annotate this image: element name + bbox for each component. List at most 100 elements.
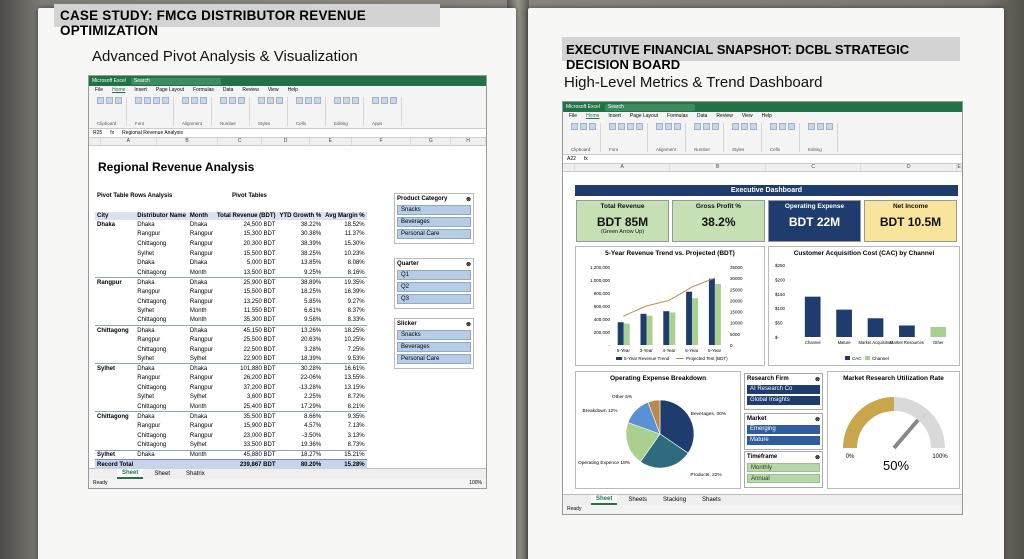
pivot-cell[interactable] bbox=[95, 268, 135, 278]
pivot-cell[interactable]: Dhaka bbox=[135, 363, 188, 374]
pivot-cell[interactable]: 16.39% bbox=[323, 287, 366, 297]
ribbon-button[interactable] bbox=[694, 123, 701, 130]
pivot-cell[interactable]: Dhaka bbox=[135, 411, 188, 422]
clear-filter-icon[interactable]: ⊗ bbox=[815, 454, 820, 461]
pivot-cell[interactable]: 8.21% bbox=[323, 402, 366, 412]
pivot-cell[interactable]: 9.35% bbox=[323, 411, 367, 422]
pivot-cell[interactable]: 19.35% bbox=[323, 277, 367, 288]
ribbon-button[interactable] bbox=[191, 97, 198, 104]
pivot-cell[interactable]: 15.30% bbox=[323, 239, 366, 249]
pivot-cell[interactable]: Sylhet bbox=[135, 354, 188, 364]
pivot-cell[interactable]: 38.39% bbox=[278, 239, 324, 249]
ribbon-button[interactable] bbox=[741, 123, 748, 130]
pivot-cell[interactable]: 17.29% bbox=[278, 402, 324, 412]
pivot-header[interactable]: Distributor Name bbox=[135, 212, 188, 220]
pivot-cell[interactable]: Dhaka bbox=[135, 258, 188, 268]
pivot-cell[interactable] bbox=[95, 431, 135, 441]
column-header-c[interactable]: C bbox=[766, 164, 862, 171]
ribbon-button[interactable] bbox=[153, 97, 160, 104]
pivot-cell[interactable]: 15.21% bbox=[323, 449, 367, 460]
slicer-item[interactable]: Mature bbox=[747, 436, 820, 445]
pivot-cell[interactable]: 8.16% bbox=[323, 268, 366, 278]
column-header-d[interactable]: D bbox=[262, 138, 310, 145]
pivot-cell[interactable]: Dhaka bbox=[187, 277, 215, 288]
ribbon-button[interactable] bbox=[571, 123, 578, 130]
pivot-cell[interactable]: 13,500 BDT bbox=[215, 268, 278, 278]
pivot-cell[interactable]: 16.61% bbox=[323, 363, 367, 374]
menu-item-view[interactable]: View bbox=[742, 113, 753, 120]
column-header-h[interactable]: H bbox=[451, 138, 486, 145]
pivot-cell[interactable]: 10.25% bbox=[323, 335, 366, 345]
ribbon-button[interactable] bbox=[106, 97, 113, 104]
select-all-corner[interactable] bbox=[89, 138, 101, 145]
pivot-cell[interactable]: 19.36% bbox=[278, 441, 324, 451]
pivot-cell[interactable]: Chittagong bbox=[135, 431, 188, 441]
pivot-cell[interactable]: 18.39% bbox=[278, 354, 324, 364]
menu-item-review[interactable]: Review bbox=[716, 113, 732, 120]
pivot-cell[interactable]: 15,300 BDT bbox=[215, 230, 278, 240]
pivot-cell[interactable]: 18.25% bbox=[323, 325, 367, 336]
pivot-cell[interactable]: 13.26% bbox=[277, 325, 324, 336]
pivot-cell[interactable]: Rangpur bbox=[188, 431, 215, 441]
ribbon-button[interactable] bbox=[703, 123, 710, 130]
pivot-cell[interactable]: 22,900 BDT bbox=[215, 354, 278, 364]
pivot-cell[interactable]: Sylhet bbox=[188, 441, 215, 451]
pivot-cell[interactable]: 8.73% bbox=[323, 441, 366, 451]
pivot-cell[interactable]: 5,000 BDT bbox=[215, 258, 278, 268]
pivot-cell[interactable]: Month bbox=[188, 268, 215, 278]
pivot-cell[interactable]: 15,500 BDT bbox=[215, 287, 278, 297]
menu-item-data[interactable]: Data bbox=[223, 87, 234, 94]
ribbon-button[interactable] bbox=[314, 97, 321, 104]
pivot-cell[interactable]: -3.50% bbox=[278, 431, 324, 441]
clear-filter-icon[interactable]: ⊗ bbox=[466, 261, 471, 268]
pivot-cell[interactable]: 22-06% bbox=[278, 374, 324, 384]
pivot-cell[interactable]: 13.55% bbox=[323, 374, 366, 384]
pivot-cell[interactable] bbox=[95, 335, 135, 345]
ribbon-button[interactable] bbox=[135, 97, 142, 104]
menu-item-home[interactable]: Home bbox=[112, 87, 125, 94]
column-header-b[interactable]: B bbox=[157, 138, 219, 145]
pivot-cell[interactable]: Month bbox=[188, 306, 215, 316]
pivot-header[interactable]: Total Revenue (BDT) bbox=[214, 212, 278, 220]
ribbon-button[interactable] bbox=[381, 97, 388, 104]
sheet-tab[interactable]: Shaets bbox=[697, 496, 726, 504]
pivot-cell[interactable]: Month bbox=[187, 449, 215, 460]
pivot-cell[interactable]: 2.25% bbox=[278, 393, 324, 403]
pivot-cell[interactable]: 15,500 BDT bbox=[215, 249, 278, 259]
ribbon-button[interactable] bbox=[589, 123, 596, 130]
slicer-item[interactable]: Beverages bbox=[397, 217, 471, 227]
ribbon-button[interactable] bbox=[712, 123, 719, 130]
pivot-cell[interactable]: Rangpur bbox=[188, 230, 215, 240]
select-all-corner[interactable] bbox=[563, 164, 575, 171]
pivot-cell[interactable]: Dhaka bbox=[187, 363, 215, 374]
ribbon-button[interactable] bbox=[788, 123, 795, 130]
pivot-cell[interactable]: Sylhet bbox=[135, 393, 188, 403]
pivot-cell[interactable]: Rangpur bbox=[188, 421, 215, 431]
ribbon-button[interactable] bbox=[665, 123, 672, 130]
ribbon-button[interactable] bbox=[162, 97, 169, 104]
pivot-cell[interactable]: 9.53% bbox=[323, 354, 366, 364]
pivot-cell[interactable]: 45,150 BDT bbox=[214, 325, 278, 336]
pivot-cell[interactable] bbox=[95, 402, 135, 412]
pivot-cell[interactable]: Sylhet bbox=[188, 393, 215, 403]
pivot-cell[interactable]: Rangpur bbox=[135, 421, 188, 431]
column-header-e[interactable]: E bbox=[310, 138, 352, 145]
pivot-cell[interactable]: Chittagong bbox=[135, 402, 188, 412]
pivot-cell[interactable]: 10.23% bbox=[323, 249, 366, 259]
pivot-cell[interactable]: Rangpur bbox=[188, 345, 215, 355]
pivot-cell[interactable]: Chittagong bbox=[135, 239, 188, 249]
ribbon-button[interactable] bbox=[618, 123, 625, 130]
pivot-cell[interactable]: 3.28% bbox=[278, 345, 324, 355]
pivot-cell[interactable] bbox=[95, 345, 135, 355]
pivot-cell[interactable]: Dhaka bbox=[135, 277, 188, 288]
sheet-tab[interactable]: Sheet bbox=[149, 470, 175, 478]
formula-input[interactable]: Regional Revenue Analysis bbox=[122, 130, 183, 136]
pivot-cell[interactable] bbox=[95, 239, 135, 249]
pivot-cell[interactable]: 25,400 BDT bbox=[215, 402, 278, 412]
menu-item-insert[interactable]: Insert bbox=[608, 113, 621, 120]
pivot-cell[interactable]: 13,250 BDT bbox=[215, 297, 278, 307]
menu-item-insert[interactable]: Insert bbox=[134, 87, 147, 94]
slicer-item[interactable]: Personal Care bbox=[397, 354, 471, 364]
pivot-cell[interactable]: Dhaka bbox=[187, 325, 215, 336]
pivot-cell[interactable]: 20.63% bbox=[278, 335, 324, 345]
